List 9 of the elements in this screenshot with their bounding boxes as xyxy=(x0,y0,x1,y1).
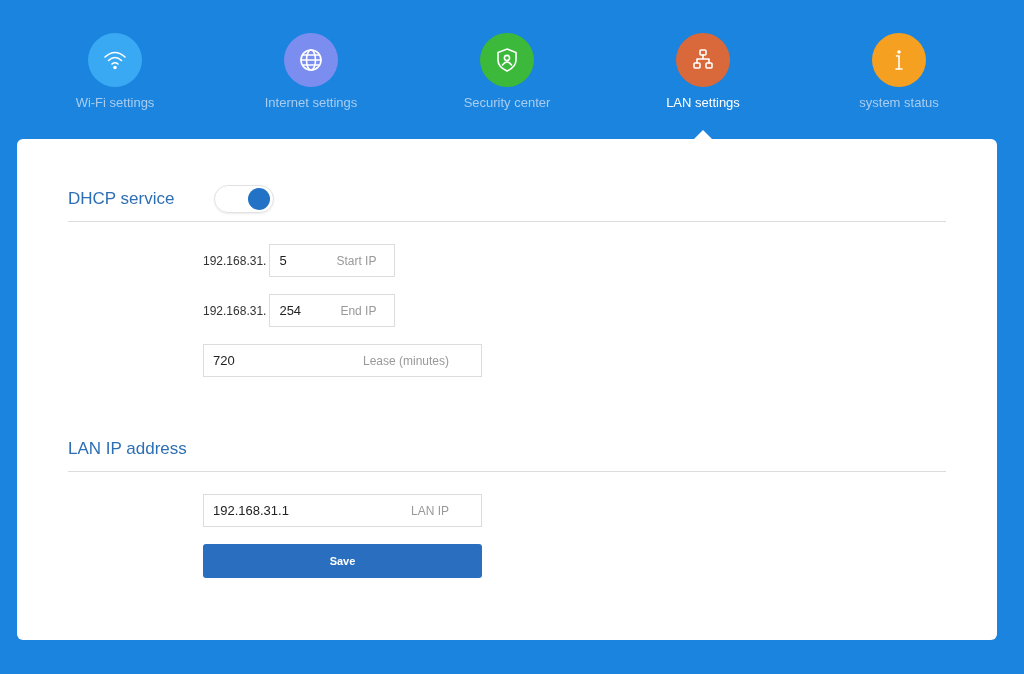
ip-prefix: 192.168.31. xyxy=(203,253,267,268)
section-title: LAN IP address xyxy=(68,439,187,459)
input-field[interactable]: 720 Lease (minutes) xyxy=(203,344,482,377)
save-button[interactable]: Save xyxy=(203,544,482,578)
input-field[interactable]: 254 End IP xyxy=(269,294,396,327)
input-field[interactable]: 192.168.31.1 LAN IP xyxy=(203,494,482,527)
ip-prefix: 192.168.31. xyxy=(203,303,267,318)
section-title: DHCP service xyxy=(68,189,175,209)
input-field[interactable]: 5 Start IP xyxy=(269,244,396,277)
